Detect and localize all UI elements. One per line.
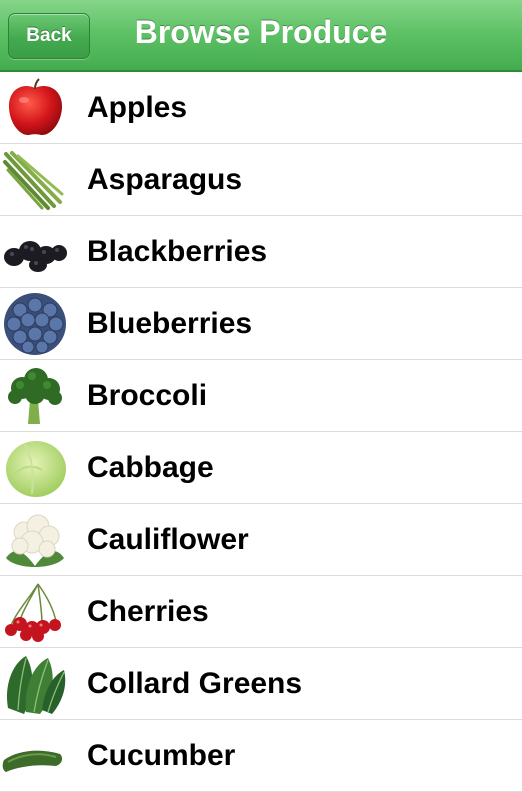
blueberries-icon <box>2 292 68 356</box>
asparagus-icon <box>2 148 68 212</box>
navigation-bar: Back Browse Produce <box>0 0 522 72</box>
list-item-broccoli[interactable]: Broccoli <box>0 360 522 432</box>
cherries-icon <box>2 580 68 644</box>
apple-icon <box>2 76 68 140</box>
list-item-cabbage[interactable]: Cabbage <box>0 432 522 504</box>
list-item-blackberries[interactable]: Blackberries <box>0 216 522 288</box>
list-item-label: Cherries <box>87 595 209 628</box>
list-item-apples[interactable]: Apples <box>0 72 522 144</box>
list-item-label: Cucumber <box>87 739 236 772</box>
cucumber-icon <box>2 724 68 788</box>
list-item-label: Collard Greens <box>87 667 303 700</box>
list-item-label: Blackberries <box>87 235 268 268</box>
produce-list: Apples Asparagus Blackberries Blueberrie… <box>0 72 522 792</box>
list-item-label: Cauliflower <box>87 523 249 556</box>
cabbage-icon <box>2 436 68 500</box>
list-item-label: Cabbage <box>87 451 214 484</box>
list-item-label: Apples <box>87 91 188 124</box>
list-item-label: Broccoli <box>87 379 208 412</box>
blackberries-icon <box>2 220 68 284</box>
list-item-asparagus[interactable]: Asparagus <box>0 144 522 216</box>
cauliflower-icon <box>2 508 68 572</box>
collard-greens-icon <box>2 652 68 716</box>
page-title: Browse Produce <box>134 14 388 50</box>
broccoli-icon <box>2 364 68 428</box>
list-item-cherries[interactable]: Cherries <box>0 576 522 648</box>
list-item-cucumber[interactable]: Cucumber <box>0 720 522 792</box>
list-item-label: Asparagus <box>87 163 243 196</box>
list-item-blueberries[interactable]: Blueberries <box>0 288 522 360</box>
list-item-label: Blueberries <box>87 307 253 340</box>
list-item-cauliflower[interactable]: Cauliflower <box>0 504 522 576</box>
list-item-collard-greens[interactable]: Collard Greens <box>0 648 522 720</box>
